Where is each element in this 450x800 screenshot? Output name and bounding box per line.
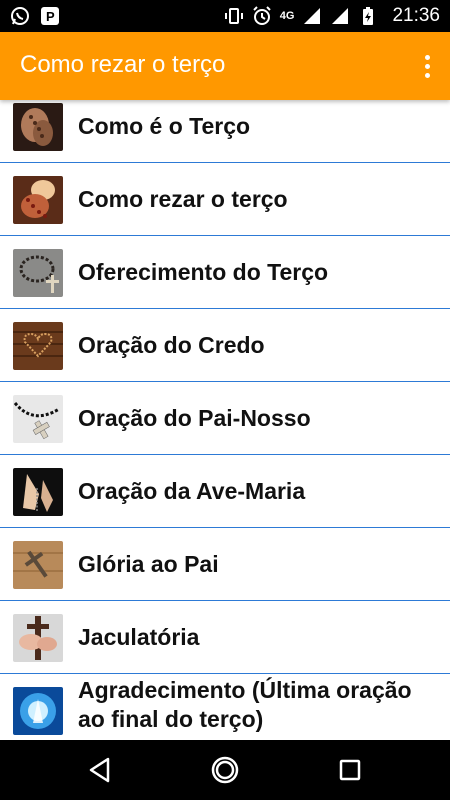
item-label: Como é o Terço [78, 112, 251, 139]
back-icon[interactable] [84, 754, 116, 786]
hand-holding-crucifix-thumbnail [13, 614, 63, 662]
overflow-dot [424, 54, 430, 60]
network-type-label: 4G [279, 10, 295, 22]
list-item[interactable]: Agradecimento (Última oração ao final do… [0, 674, 450, 740]
item-label: Agradecimento (Última oração ao final do… [78, 677, 412, 732]
list-item[interactable]: Oração da Ave-Maria [0, 455, 450, 528]
list-item[interactable]: Como é o Terço [0, 90, 450, 163]
item-label: Como rezar o terço [78, 185, 288, 212]
navigation-bar [0, 740, 450, 800]
vibrate-icon [224, 8, 243, 24]
clock: 21:36 [392, 5, 440, 26]
list-item[interactable]: Glória ao Pai [0, 528, 450, 601]
list-item[interactable]: Oração do Pai-Nosso [0, 382, 450, 455]
alarm-icon [253, 6, 271, 25]
battery-charging-icon [363, 7, 374, 25]
item-label: Glória ao Pai [78, 550, 219, 577]
overflow-menu-button[interactable] [416, 50, 438, 82]
overflow-dot [424, 72, 430, 78]
svg-text:P: P [46, 9, 55, 24]
praying-hands-rosary-thumbnail [13, 468, 63, 516]
app-bar: Como rezar o terço [0, 32, 450, 100]
status-right-icons: 4G 21:36 [224, 4, 440, 28]
whatsapp-icon [11, 7, 29, 25]
item-label: Jaculatória [78, 623, 200, 650]
recents-icon[interactable] [334, 754, 366, 786]
rosary-crucifix-thumbnail [13, 249, 63, 297]
black-rosary-cross-thumbnail [13, 395, 63, 443]
overflow-dot [424, 63, 430, 69]
heart-rosary-wood-thumbnail [13, 322, 63, 370]
parking-icon: P [41, 7, 59, 25]
item-label: Oração do Pai-Nosso [78, 404, 311, 431]
rosary-candle-thumbnail [13, 176, 63, 224]
signal-icon [332, 8, 349, 24]
hands-rosary-thumbnail [13, 103, 63, 151]
list-item[interactable]: Oferecimento do Terço [0, 236, 450, 309]
item-label: Oração do Credo [78, 331, 265, 358]
crucifix-on-wood-thumbnail [13, 541, 63, 589]
item-label: Oferecimento do Terço [78, 258, 329, 285]
home-icon[interactable] [209, 754, 241, 786]
list-item[interactable]: Jaculatória [0, 601, 450, 674]
list-item[interactable]: Oração do Credo [0, 309, 450, 382]
app-title: Como rezar o terço [20, 51, 226, 78]
blue-praying-hands-thumbnail [13, 687, 63, 735]
status-bar: P 4G 21:36 [0, 0, 450, 32]
prayer-list: Como é o Terço Como rezar o terço Oferec… [0, 90, 450, 740]
item-label: Oração da Ave-Maria [78, 477, 306, 504]
status-left-icons: P [10, 5, 60, 27]
signal-4g-icon [304, 8, 321, 24]
list-item[interactable]: Como rezar o terço [0, 163, 450, 236]
